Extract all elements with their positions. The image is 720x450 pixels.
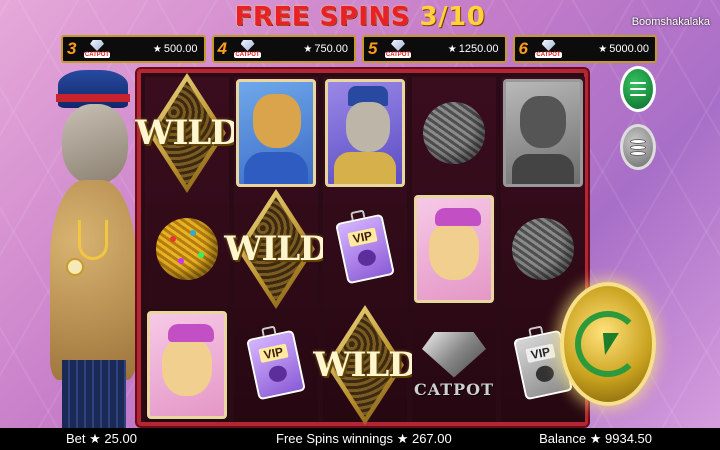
- reel-cell: VIP: [325, 193, 405, 305]
- game-name: Boomshakalaka: [631, 16, 710, 28]
- lightning-icon: [597, 333, 619, 355]
- reel-cell: WILD: [313, 305, 418, 425]
- reel-cell: [325, 77, 405, 189]
- catpot-symbol: CATPOT: [413, 331, 495, 399]
- gray-yarn-ball-icon: [423, 102, 485, 164]
- star-icon: ★: [152, 44, 162, 55]
- reel-cell: [147, 309, 227, 421]
- cat-face-icon: [162, 338, 212, 396]
- catpot-logo-icon: CATPOT: [535, 36, 563, 62]
- vip-pass-icon: VIP: [246, 325, 306, 401]
- free-spins-winnings-display: Free Spins winnings ★ 267.00: [276, 431, 452, 446]
- reels-frame: WILD WILD VIP VIP WILD CATPOT VIP: [135, 69, 588, 426]
- jackpot-multiplier: 3: [67, 39, 77, 58]
- mascot-head: [62, 104, 128, 184]
- reel-cell: [414, 77, 494, 189]
- catpot-label: CATPOT: [413, 379, 495, 399]
- vip-label: VIP: [347, 227, 378, 247]
- wild-label: WILD: [313, 345, 417, 385]
- gray-yarn-ball-icon: [512, 218, 574, 280]
- menu-button[interactable]: [620, 66, 656, 112]
- reel-1: WILD: [135, 73, 240, 422]
- free-spins-count: 3/10: [419, 2, 486, 32]
- cat-face-icon: [520, 96, 566, 148]
- pink-cat-symbol: [414, 195, 494, 303]
- cheetah-face-icon: [253, 94, 301, 148]
- reel-3: VIP WILD: [313, 77, 418, 425]
- catpot-logo-icon: CATPOT: [234, 36, 262, 62]
- wild-label: WILD: [224, 229, 328, 269]
- hamburger-icon: [630, 82, 646, 96]
- fedora-hat-icon: [58, 70, 128, 108]
- reel-4: CATPOT: [412, 77, 496, 422]
- reel-cell: [414, 193, 494, 305]
- free-spins-label: FREE SPINS: [234, 2, 410, 32]
- catpot-logo-icon: CATPOT: [83, 36, 111, 62]
- boss-cat-face-icon: [346, 102, 390, 152]
- reel-cell: CATPOT: [414, 309, 494, 421]
- reel-2: WILD VIP: [224, 77, 329, 422]
- catpot-logo-icon: CATPOT: [384, 36, 412, 62]
- spin-arrow-icon: [575, 311, 641, 377]
- gold-yarn-ball-icon: [156, 218, 218, 280]
- star-icon: ★: [89, 431, 101, 446]
- status-bar: Bet ★ 25.00 Free Spins winnings ★ 267.00…: [0, 428, 720, 450]
- boss-cat-symbol: [325, 79, 405, 187]
- star-icon: ★: [447, 44, 457, 55]
- vip-pass-icon: VIP: [335, 209, 395, 285]
- gold-chain-icon: [78, 220, 108, 260]
- wild-label: WILD: [135, 113, 239, 153]
- balance-display: Balance ★ 9934.50: [539, 431, 652, 446]
- reel-cell: [503, 193, 583, 305]
- star-icon: ★: [396, 431, 409, 446]
- diamond-icon: [422, 331, 486, 378]
- jackpot-multiplier: 4: [217, 39, 227, 58]
- cat-face-icon: [429, 222, 479, 280]
- star-icon: ★: [303, 44, 313, 55]
- pocket-watch-icon: [66, 258, 84, 276]
- mascot-cheetah-character: [48, 70, 138, 430]
- mascot-pants: [62, 360, 126, 430]
- jackpot-bar: 3 CATPOT ★ 500.00 4 CATPOT ★ 750.00 5 CATP…: [61, 35, 657, 65]
- bet-settings-button[interactable]: [620, 124, 656, 170]
- jackpot-value: ★ 500.00: [152, 43, 198, 55]
- bet-display: Bet ★ 25.00: [66, 431, 137, 446]
- jackpot-value: ★ 750.00: [303, 43, 348, 55]
- cap-icon: [168, 324, 214, 342]
- coin-stack-icon: [630, 138, 646, 156]
- pink-cat-symbol: [147, 311, 227, 419]
- star-icon: ★: [589, 431, 602, 446]
- reel-cell: WILD: [135, 73, 240, 193]
- paw-icon: [534, 364, 556, 384]
- paw-icon: [356, 248, 378, 268]
- jackpot-5: 5 CATPOT ★ 1250.00: [362, 35, 507, 63]
- mascot-coat: [50, 180, 136, 380]
- cap-icon: [435, 208, 481, 226]
- spin-button[interactable]: [560, 282, 656, 406]
- jackpot-value: ★ 1250.00: [447, 43, 499, 55]
- cheetah-symbol: [236, 79, 316, 187]
- paw-icon: [267, 364, 289, 384]
- jackpot-4: 4 CATPOT ★ 750.00: [211, 35, 356, 63]
- vip-label: VIP: [525, 343, 556, 363]
- jackpot-multiplier: 5: [368, 39, 378, 58]
- gray-cat-symbol: [503, 79, 583, 187]
- star-icon: ★: [598, 44, 608, 55]
- vip-label: VIP: [258, 343, 289, 363]
- jackpot-6: 6 CATPOT ★ 5000.00: [512, 35, 657, 63]
- jackpot-value: ★ 5000.00: [598, 43, 649, 55]
- reel-cell: [147, 193, 227, 305]
- jackpot-multiplier: 6: [518, 39, 528, 58]
- free-spins-title: FREE SPINS 3/10: [0, 2, 720, 32]
- reel-cell: VIP: [236, 309, 316, 421]
- reel-cell: [503, 77, 583, 189]
- reel-cell: [236, 77, 316, 189]
- jackpot-3: 3 CATPOT ★ 500.00: [61, 35, 206, 63]
- reel-cell: WILD: [224, 189, 329, 309]
